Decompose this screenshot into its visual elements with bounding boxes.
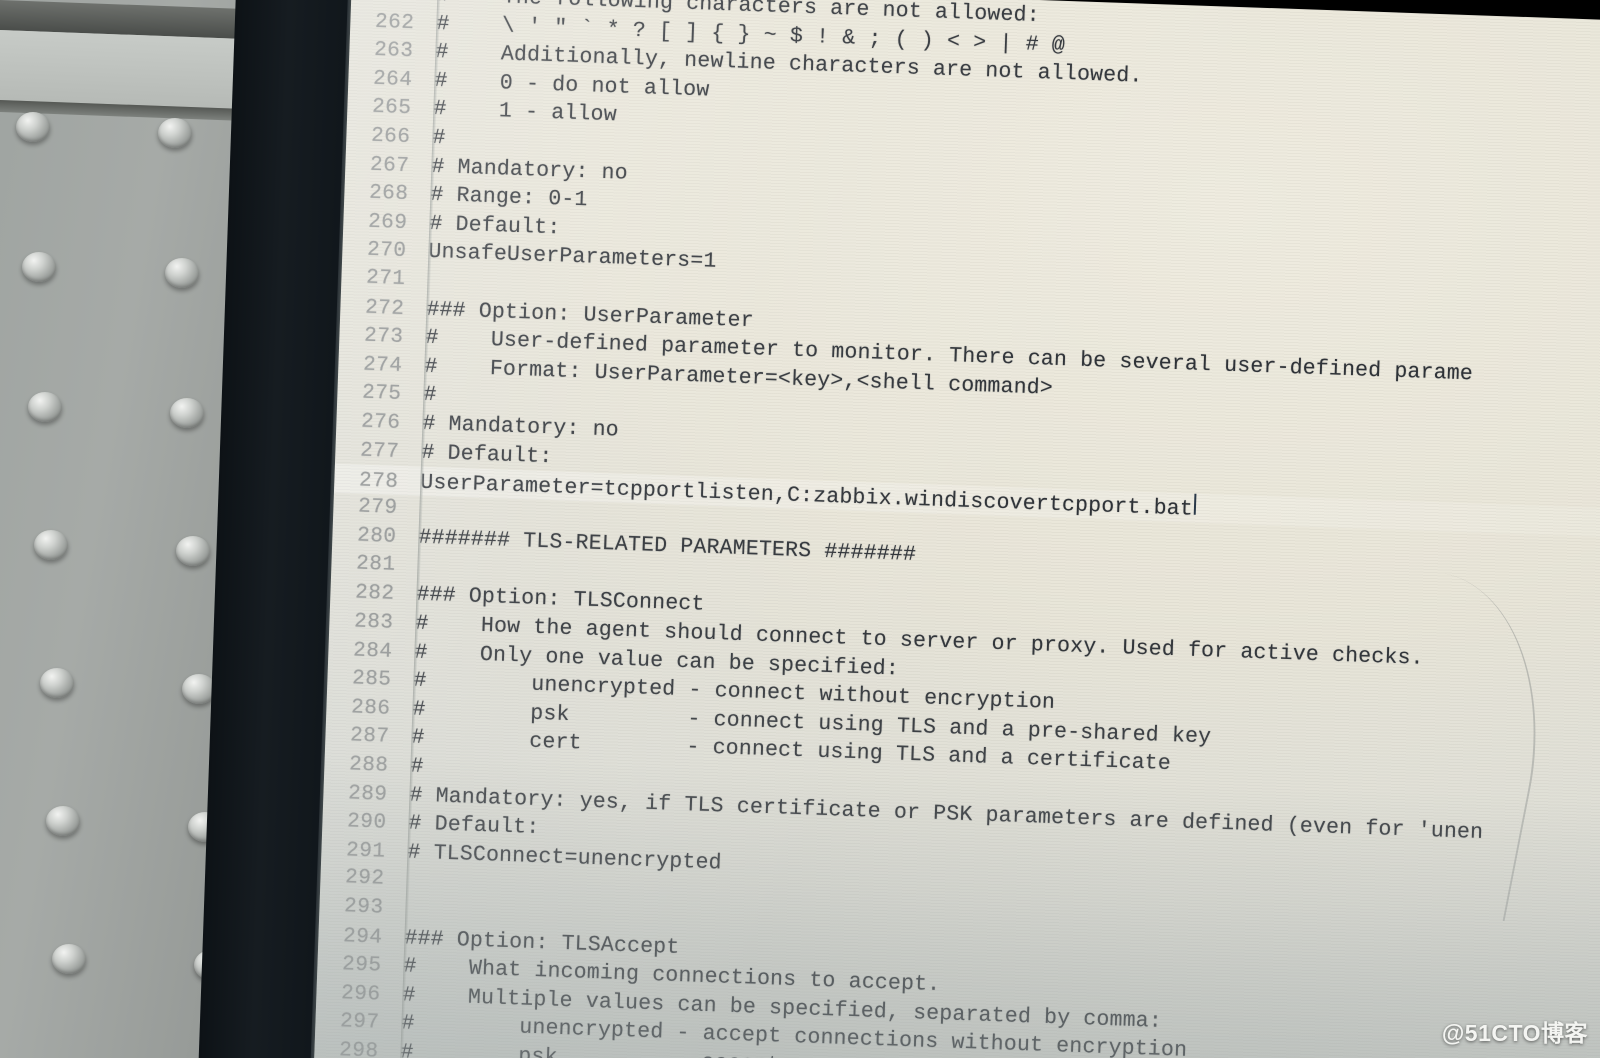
line-number: 284 [352,639,393,664]
text-editor-code-area[interactable]: 261# The following characters are not al… [313,0,1600,1058]
line-number: 280 [356,524,397,550]
line-number: 267 [369,153,410,178]
line-number: 270 [366,239,407,264]
line-number: 293 [343,895,384,920]
code-text: # Default: [408,811,540,841]
line-number: 275 [361,381,402,407]
line-number: 274 [362,353,403,378]
rivet [34,530,68,560]
rivet [176,536,210,566]
line-number: 288 [348,753,389,778]
line-number: 285 [351,667,392,693]
watermark-label: @51CTO博客 [1441,1020,1588,1046]
line-number: 271 [365,266,406,291]
line-number: 266 [370,124,411,150]
line-number: 264 [372,67,413,92]
line-number: 282 [354,581,395,607]
line-number: 268 [368,181,409,207]
rivet [52,944,86,974]
line-number: 291 [345,839,386,864]
rivet [16,112,50,142]
line-number: 294 [342,924,383,950]
rivet [165,258,199,288]
line-number: 297 [339,1010,380,1035]
line-number: 289 [347,781,388,807]
line-number: 272 [364,296,405,321]
line-number: 269 [367,210,408,235]
rivet [28,392,62,422]
line-number: 298 [338,1039,379,1058]
code-text: # Default: [428,211,561,241]
line-number: 273 [363,324,404,350]
line-number: 295 [341,953,382,978]
line-number: 263 [373,39,414,64]
line-number: 286 [350,696,391,721]
rivet [40,668,74,698]
line-number: 283 [353,610,394,635]
line-number: 276 [360,410,401,435]
line-number: 292 [344,866,385,892]
cabinet-upper-plate [0,30,260,110]
photo-of-monitor-scene: 261# The following characters are not al… [0,0,1600,1058]
code-text: # Default: [421,440,553,469]
rivet [46,806,80,836]
rivet [158,118,192,148]
line-number: 287 [349,724,390,750]
line-number: 279 [357,495,398,520]
text-caret [1193,493,1197,515]
line-number: 290 [346,810,387,835]
rivet [170,398,204,428]
rivet [22,252,56,282]
monitor-screen: 261# The following characters are not al… [313,0,1600,1058]
line-number: 281 [355,552,396,577]
line-number: 262 [374,10,415,35]
line-number: 296 [340,982,381,1007]
line-number: 265 [371,96,412,121]
line-number: 277 [359,439,400,464]
